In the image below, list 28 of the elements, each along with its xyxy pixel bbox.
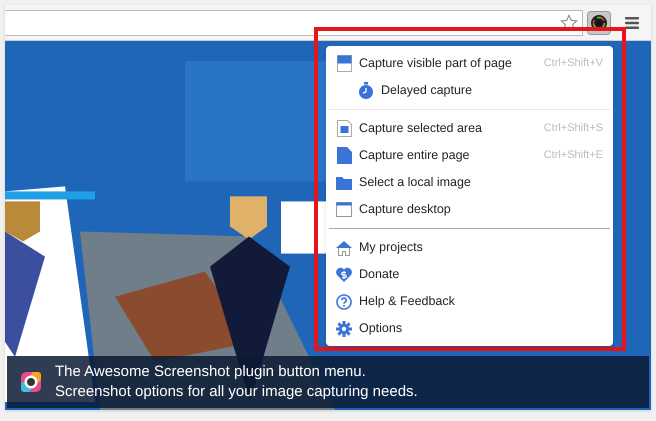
menu-icon[interactable] <box>625 16 639 30</box>
menu-item[interactable]: Help & Feedback <box>326 288 613 315</box>
address-bar[interactable] <box>5 10 583 36</box>
folder-icon <box>336 176 352 190</box>
menu-item[interactable]: Capture selected area Ctrl+Shift+S <box>326 115 613 142</box>
menu-item[interactable]: My projects <box>326 234 613 261</box>
page-icon <box>336 55 352 72</box>
caption-text: Screenshot options for all your image capturing needs. <box>55 382 418 402</box>
page-selection-icon <box>336 120 352 137</box>
menu-item[interactable]: Options <box>326 315 613 342</box>
house-icon <box>336 240 352 256</box>
menu-item[interactable]: Capture desktop <box>326 196 613 223</box>
shortcut-hint: Ctrl+Shift+E <box>544 148 603 164</box>
stopwatch-icon <box>358 82 374 99</box>
menu-item[interactable]: Delayed capture <box>326 77 613 104</box>
menu-item[interactable]: Select a local image <box>326 169 613 196</box>
document-icon <box>336 147 352 164</box>
menu-item[interactable]: Capture visible part of page Ctrl+Shift+V <box>326 50 613 77</box>
menu-item[interactable]: Capture entire page Ctrl+Shift+E <box>326 142 613 169</box>
shortcut-hint: Ctrl+Shift+V <box>544 56 603 72</box>
caption-text: The Awesome Screenshot plugin button menu. <box>55 362 367 382</box>
menu-item[interactable]: Donate <box>326 261 613 288</box>
window-icon <box>336 202 352 217</box>
shortcut-hint: Ctrl+Shift+S <box>544 121 603 136</box>
settings-icon <box>336 320 352 336</box>
app-logo-icon <box>21 372 41 392</box>
help-icon <box>336 294 352 310</box>
heart-dollar-icon <box>336 267 352 282</box>
